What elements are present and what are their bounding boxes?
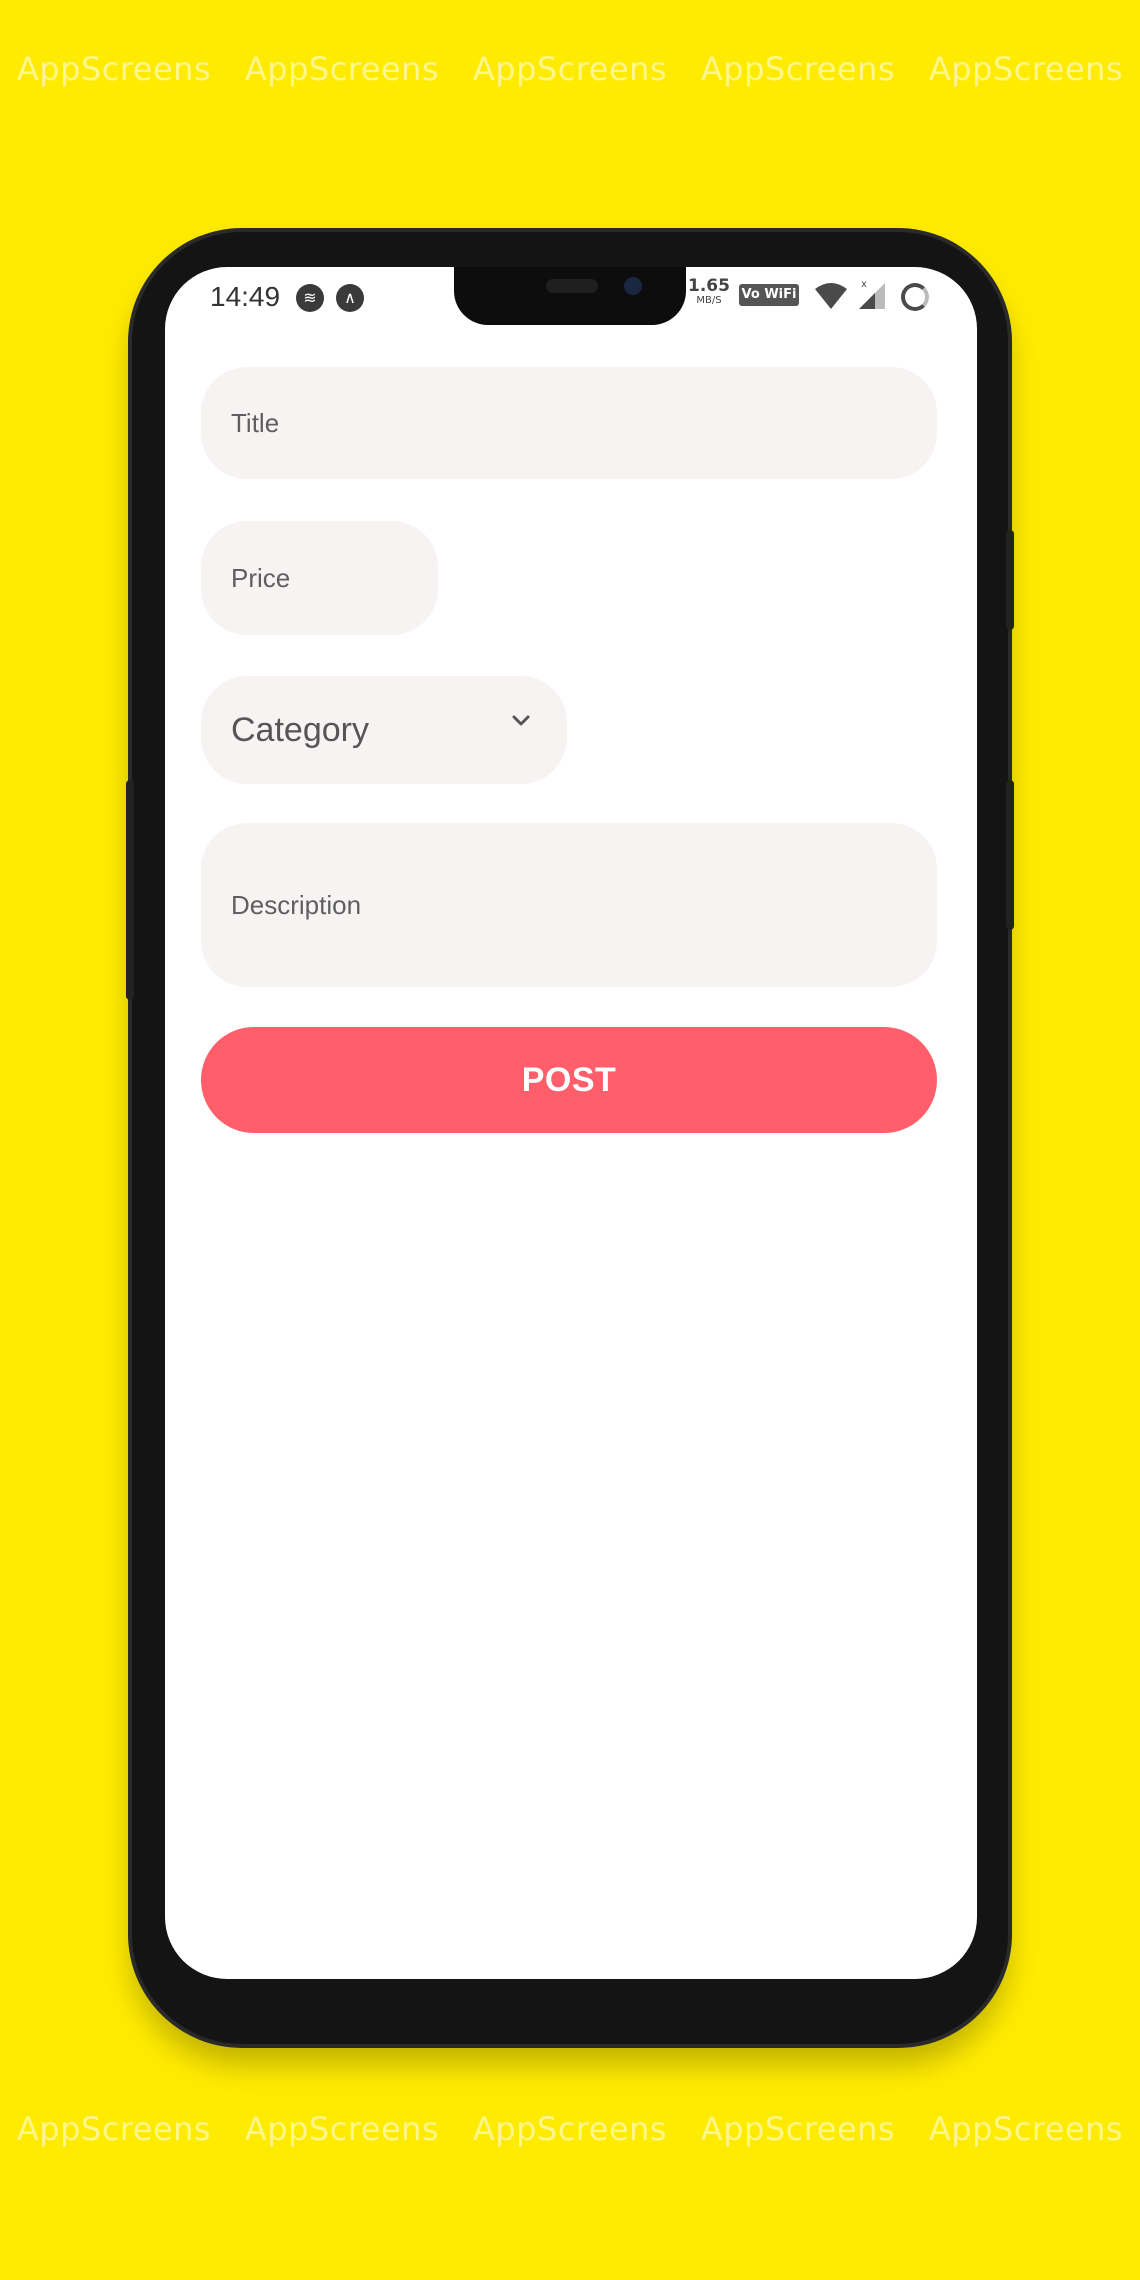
watermark: AppScreens <box>700 50 896 88</box>
speed-value: 1.65 <box>688 276 730 296</box>
phone-side-button <box>126 780 134 1000</box>
phone-side-button <box>1006 530 1014 630</box>
watermark: AppScreens <box>472 2110 668 2148</box>
watermark: AppScreens <box>700 2110 896 2148</box>
speed-unit: MB/S <box>696 295 722 306</box>
status-time: 14:49 <box>210 281 281 312</box>
network-speed: 1.65 MB/S <box>685 277 733 307</box>
vowifi-badge: Vo WiFi <box>739 284 799 306</box>
wifi-icon <box>815 283 847 309</box>
watermark: AppScreens <box>928 50 1124 88</box>
watermark-row: AppScreens AppScreens AppScreens AppScre… <box>0 2110 1140 2170</box>
chevron-down-icon <box>512 715 530 726</box>
ring-icon <box>901 283 929 311</box>
app-screen: 14:49 ≋ ∧ 1.65 MB/S Vo WiFi x Title Pric… <box>165 267 977 1979</box>
watermark: AppScreens <box>472 50 668 88</box>
phone-side-button <box>1006 780 1014 930</box>
category-dropdown[interactable]: Category <box>201 676 567 784</box>
description-field[interactable]: Description <box>201 823 937 987</box>
price-placeholder: Price <box>231 562 291 593</box>
svg-text:x: x <box>861 279 867 290</box>
spotify-icon: ≋ <box>296 284 324 312</box>
title-placeholder: Title <box>231 407 280 438</box>
watermark: AppScreens <box>16 50 212 88</box>
watermark-row: AppScreens AppScreens AppScreens AppScre… <box>0 50 1140 110</box>
price-field[interactable]: Price <box>201 521 438 635</box>
watermark: AppScreens <box>244 50 440 88</box>
description-placeholder: Description <box>231 889 362 920</box>
category-label: Category <box>231 710 369 749</box>
arc-icon: ∧ <box>336 284 364 312</box>
signal-icon: x <box>859 279 885 309</box>
title-field[interactable]: Title <box>201 367 937 479</box>
post-button[interactable]: POST <box>201 1027 937 1133</box>
status-bar: 14:49 ≋ ∧ 1.65 MB/S Vo WiFi x <box>165 267 977 331</box>
watermark: AppScreens <box>16 2110 212 2148</box>
watermark: AppScreens <box>928 2110 1124 2148</box>
watermark: AppScreens <box>244 2110 440 2148</box>
